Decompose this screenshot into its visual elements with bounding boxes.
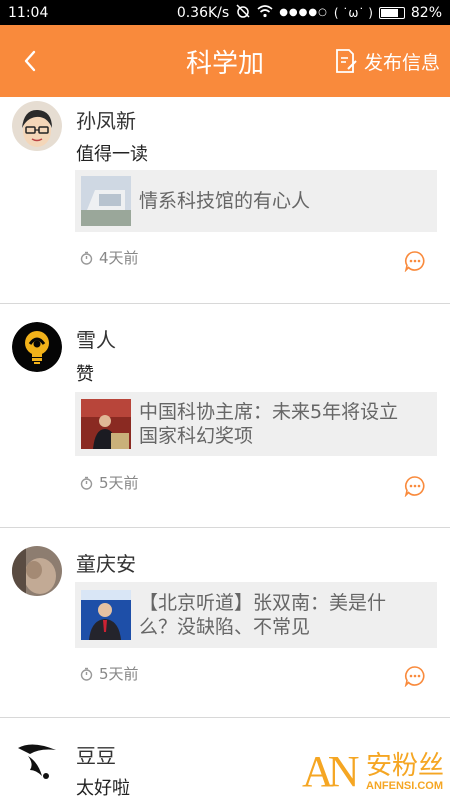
edit-document-icon: [336, 49, 357, 73]
cartoon-face-avatar-icon: [12, 101, 62, 151]
username[interactable]: 童庆安: [76, 548, 136, 577]
link-title: 中国科协主席：未来5年将设立 国家科幻奖项: [139, 400, 398, 448]
brush-logo-avatar-icon: [12, 736, 62, 786]
header-bar: 科学加 发布信息: [0, 25, 450, 97]
post-item: 雪人 赞 中国科协主席：未来5年将设立 国家科幻奖项 5天前: [0, 304, 450, 528]
watermark-logo: AN: [302, 747, 360, 796]
watermark-text: 安粉丝 ANFENSI.COM: [366, 752, 444, 793]
link-title-line: 情系科技馆的有心人: [139, 190, 311, 212]
link-card[interactable]: 中国科协主席：未来5年将设立 国家科幻奖项: [75, 392, 437, 456]
link-title: 【北京听道】张双南：美是什 么？没缺陷、不常见: [139, 591, 386, 639]
comment-button[interactable]: [404, 250, 426, 273]
chat-bubble-icon: [404, 476, 425, 498]
post-time: 5天前: [99, 665, 139, 683]
username[interactable]: 豆豆: [76, 740, 116, 769]
post-meta: 5天前: [80, 663, 139, 684]
avatar[interactable]: [12, 101, 62, 151]
battery-percent: 82%: [410, 4, 442, 21]
photo-avatar-icon: [12, 546, 62, 596]
article-thumbnail: [81, 399, 131, 449]
status-bar: 11:04 0.36K/s ●●●●○ ( ˙ω˙ ) 82%: [0, 0, 450, 25]
signal-icon: ●●●●○: [279, 7, 328, 18]
back-button[interactable]: [0, 25, 60, 97]
chat-bubble-icon: [404, 666, 425, 688]
post-time: 4天前: [99, 249, 139, 267]
link-title-line: 么？没缺陷、不常见: [139, 616, 311, 638]
watermark-cn: 安粉丝: [366, 750, 445, 781]
network-speed: 0.36K/s: [176, 4, 230, 21]
chevron-left-icon: [24, 50, 36, 72]
publish-label: 发布信息: [363, 51, 440, 74]
username[interactable]: 雪人: [76, 324, 116, 353]
alarm-off-icon: [235, 3, 251, 23]
comment-button[interactable]: [404, 475, 426, 498]
timer-icon: [80, 476, 93, 490]
chat-bubble-icon: [404, 251, 425, 273]
article-thumbnail: [81, 590, 131, 640]
link-title-line: 中国科协主席：未来5年将设立: [139, 401, 399, 423]
publish-button[interactable]: 发布信息: [334, 48, 450, 75]
timer-icon: [80, 667, 93, 681]
avatar[interactable]: [12, 736, 62, 786]
link-title-line: 【北京听道】张双南：美是什: [139, 592, 387, 614]
avatar[interactable]: [12, 546, 62, 596]
watermark-en: ANFENSI.COM: [366, 780, 443, 793]
link-title-line: 国家科幻奖项: [139, 425, 254, 447]
post-content: 值得一读: [76, 144, 148, 165]
post-content: 太好啦: [76, 778, 130, 799]
post-item: 孙凤新 值得一读 情系科技馆的有心人 4天前: [0, 97, 450, 304]
link-card[interactable]: 情系科技馆的有心人: [75, 170, 437, 232]
link-card[interactable]: 【北京听道】张双南：美是什 么？没缺陷、不常见: [75, 582, 437, 648]
article-thumbnail: [81, 176, 131, 226]
status-time: 11:04: [8, 4, 49, 21]
site-watermark: AN 安粉丝 ANFENSI.COM: [302, 744, 450, 800]
post-item: 童庆安 【北京听道】张双南：美是什 么？没缺陷、不常见 5天前: [0, 528, 450, 718]
username[interactable]: 孙凤新: [76, 105, 136, 134]
post-meta: 4天前: [80, 247, 139, 268]
post-content: 赞: [76, 364, 94, 385]
emoticon-icon: ( ˙ω˙ ): [333, 5, 373, 20]
timer-icon: [80, 251, 93, 265]
lightbulb-avatar-icon: [12, 322, 62, 372]
link-title: 情系科技馆的有心人: [139, 189, 310, 213]
avatar[interactable]: [12, 322, 62, 372]
comment-button[interactable]: [404, 665, 426, 688]
wifi-icon: [257, 4, 273, 22]
post-meta: 5天前: [80, 472, 139, 493]
battery-icon: [378, 6, 405, 19]
post-time: 5天前: [99, 474, 139, 492]
